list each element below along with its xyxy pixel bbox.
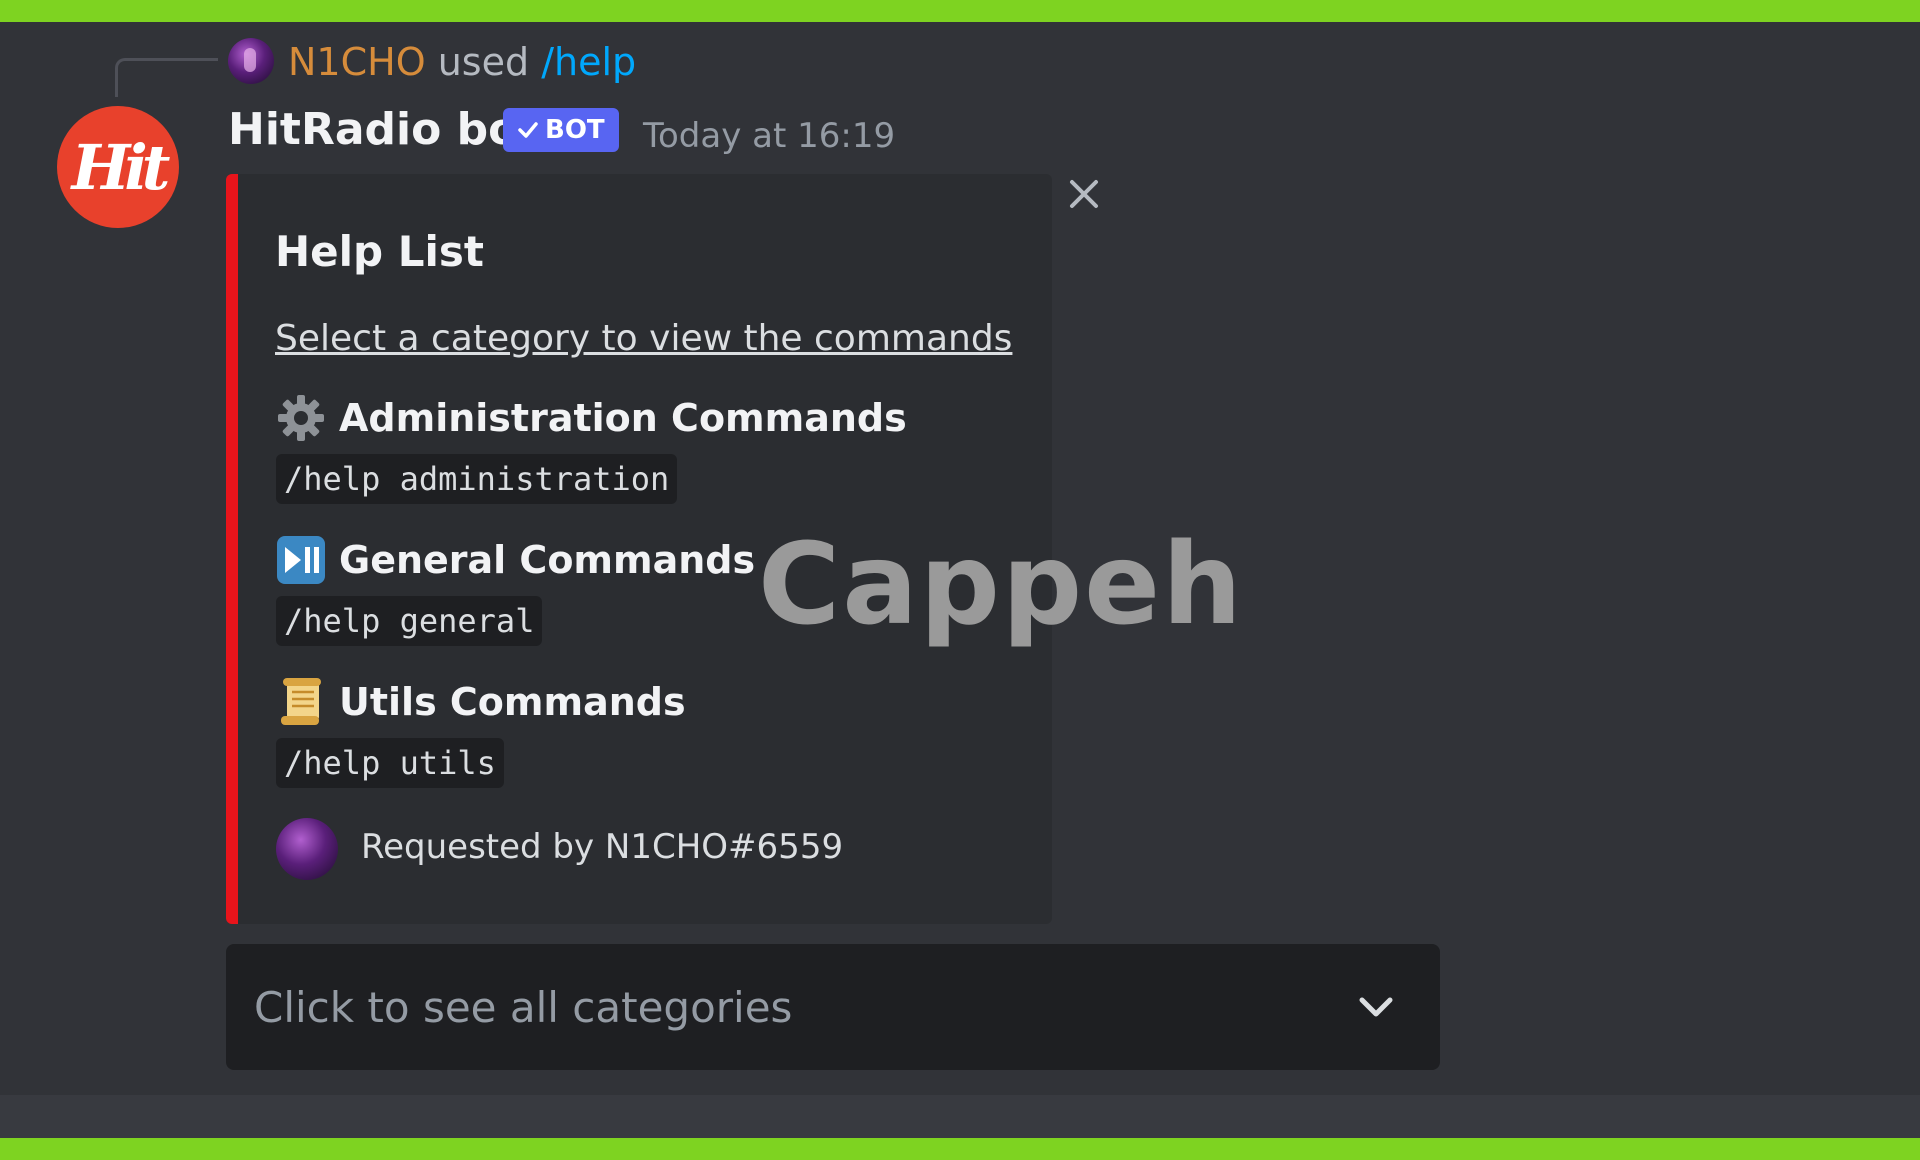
reply-user-avatar[interactable] — [228, 38, 274, 84]
bot-badge-label: BOT — [545, 115, 605, 145]
reply-username[interactable]: N1CHO — [288, 40, 426, 84]
field-administration-label: Administration Commands — [339, 396, 907, 440]
field-administration-command: /help administration — [276, 454, 678, 504]
reply-reference[interactable]: N1CHO used /help — [288, 38, 636, 86]
play-pause-icon — [275, 534, 327, 586]
checkmark-icon — [518, 122, 538, 138]
embed-description-link[interactable]: Select a category to view the commands — [275, 314, 1012, 364]
category-select-placeholder[interactable]: Click to see all categories — [254, 980, 792, 1036]
top-frame-bar — [0, 0, 1920, 22]
reply-command[interactable]: /help — [541, 40, 636, 84]
reply-connector — [115, 58, 218, 97]
bottom-frame-bar — [0, 1138, 1920, 1160]
chevron-down-icon[interactable] — [1352, 990, 1400, 1026]
field-general-command: /help general — [276, 596, 543, 646]
field-utils-label: Utils Commands — [339, 680, 686, 724]
bot-badge: BOT — [503, 108, 619, 152]
close-icon[interactable] — [1062, 172, 1106, 216]
message-timestamp[interactable]: Today at 16:19 — [643, 112, 895, 160]
field-general-name: General Commands — [275, 534, 755, 586]
bot-avatar[interactable]: Hit — [57, 106, 179, 228]
bot-avatar-logo: Hit — [71, 130, 171, 204]
bot-username[interactable]: HitRadio bot — [228, 100, 539, 160]
field-general-label: General Commands — [339, 538, 756, 582]
field-administration-name: Administration Commands — [275, 392, 907, 444]
message-bottom-area — [0, 1095, 1920, 1138]
field-utils-name: Utils Commands — [275, 676, 686, 728]
embed-footer: Requested by N1CHO#6559 — [361, 827, 844, 867]
gear-icon — [275, 392, 327, 444]
footer-avatar — [276, 818, 338, 880]
scroll-icon — [275, 676, 327, 728]
reply-used-label: used — [437, 40, 530, 84]
watermark-text: Cappeh — [758, 520, 1244, 650]
embed-title: Help List — [275, 227, 484, 276]
field-utils-command: /help utils — [276, 738, 504, 788]
